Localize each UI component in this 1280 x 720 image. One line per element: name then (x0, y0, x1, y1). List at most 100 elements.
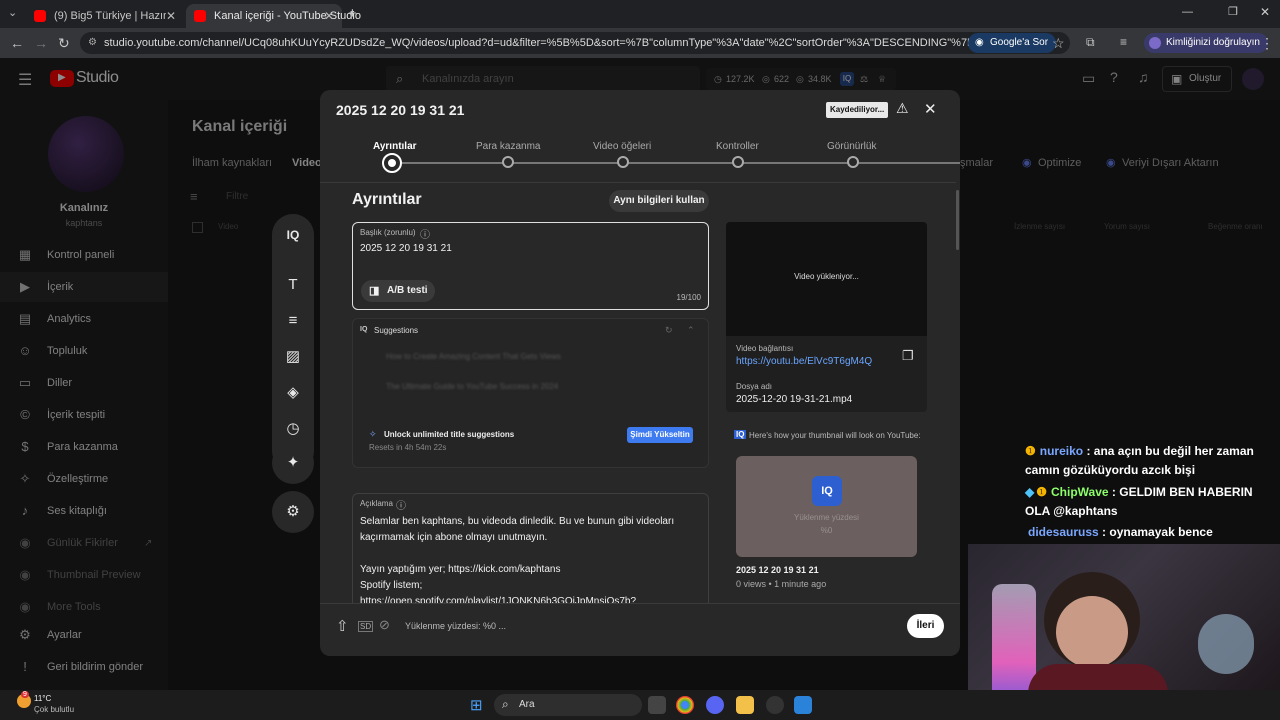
report-icon[interactable]: ⚠ (896, 100, 909, 117)
suggestions-panel: IQ Suggestions ↻ ⌃ How to Create Amazing… (352, 318, 709, 468)
weather-desc: Çok bulutlu (34, 705, 75, 714)
step-visibility-dot[interactable] (847, 156, 859, 168)
vidiq-logo-icon: IQ (812, 476, 842, 506)
photos-icon[interactable] (794, 696, 812, 714)
youtube-favicon-icon (34, 10, 46, 22)
description-line: Yayın yaptığım yer; https://kick.com/kap… (360, 564, 561, 575)
step-details-label[interactable]: Ayrıntılar (373, 141, 417, 152)
description-help-icon[interactable]: ⓘ (396, 497, 406, 512)
section-title: Ayrıntılar (352, 191, 422, 208)
collapse-icon[interactable]: ⌃ (687, 325, 695, 336)
chat-message: ❶ nureiko : ana açın bu değil her zaman c… (1025, 442, 1275, 480)
chat-username: nureiko (1039, 444, 1084, 458)
obs-icon[interactable] (766, 696, 784, 714)
description-line: Selamlar ben kaphtans, bu videoda dinled… (360, 516, 675, 527)
profile-avatar-icon (1149, 37, 1161, 49)
close-dialog-icon[interactable]: ✕ (924, 100, 937, 118)
vidiq-settings-icon[interactable]: ⚙ (272, 491, 314, 533)
site-info-icon[interactable]: ⚙ (88, 32, 97, 54)
video-preview-card: Video yükleniyor... Video bağlantısı htt… (726, 222, 927, 412)
unlock-suggestions-text: Unlock unlimited title suggestions (384, 430, 515, 439)
step-monetization-label[interactable]: Para kazanma (476, 141, 540, 152)
close-tab-icon[interactable]: ✕ (324, 9, 334, 23)
task-view-icon[interactable] (648, 696, 666, 714)
ab-test-button[interactable]: ◨ A/B testi (361, 280, 435, 302)
thumbnail-preview: IQ Yüklenme yüzdesi %0 (736, 456, 917, 557)
dialog-title: 2025 12 20 19 31 21 (336, 102, 465, 118)
windows-start-icon[interactable]: ⊞ (470, 696, 483, 714)
title-field[interactable]: Başlık (zorunlu) ⓘ 2025 12 20 19 31 21 ◨… (352, 222, 709, 310)
new-tab-button[interactable]: + (348, 5, 357, 22)
copy-link-icon[interactable]: ❐ (902, 348, 914, 364)
step-monetization-dot[interactable] (502, 156, 514, 168)
step-details-dot[interactable] (382, 153, 402, 173)
file-explorer-icon[interactable] (736, 696, 754, 714)
tab-studio[interactable]: Kanal içeriği - YouTube Studio ✕ (186, 4, 361, 28)
restore-icon[interactable]: ❐ (1228, 5, 1238, 18)
ab-test-label: A/B testi (387, 285, 428, 296)
ask-google-button[interactable]: ◉ Google'a Sor (968, 33, 1057, 53)
saving-badge: Kaydediliyor... (826, 102, 889, 118)
step-visibility-label[interactable]: Görünürlük (827, 141, 876, 152)
title-input-value[interactable]: 2025 12 20 19 31 21 (360, 243, 452, 254)
address-bar[interactable]: ⚙ studio.youtube.com/channel/UCq08uhKUuY… (80, 32, 1070, 54)
ask-google-label: Google'a Sor (990, 37, 1049, 48)
description-line: Spotify listem; (360, 580, 423, 591)
minimize-icon[interactable]: — (1182, 6, 1193, 18)
upgrade-button[interactable]: Şimdi Yükseltin (627, 427, 693, 443)
chat-username: didesauruss (1028, 525, 1099, 539)
suggestion-item[interactable]: The Ultimate Guide to YouTube Success in… (360, 377, 703, 397)
stepper-line (393, 162, 960, 164)
tab-label: (9) Big5 Türkiye | Hazırlık S (54, 10, 166, 22)
suggestion-item[interactable] (360, 407, 703, 419)
step-checks-label[interactable]: Kontroller (716, 141, 759, 152)
verify-identity-button[interactable]: Kimliğinizi doğrulayın (1144, 33, 1268, 53)
extensions-icon[interactable]: ⧉ (1086, 35, 1095, 50)
suggestion-item[interactable]: How to Create Amazing Content That Gets … (360, 347, 703, 367)
description-field[interactable]: Açıklama ⓘ Selamlar ben kaphtans, bu vid… (352, 493, 709, 603)
chrome-icon[interactable] (676, 696, 694, 714)
checks-complete-icon: ⊘ (379, 617, 390, 632)
step-video-elements-dot[interactable] (617, 156, 629, 168)
verify-label: Kimliğinizi doğrulayın (1166, 37, 1260, 48)
tab-big5[interactable]: (9) Big5 Türkiye | Hazırlık S ✕ (26, 4, 184, 28)
description-line: kaçırmamak için abone olmayı unutmayın. (360, 532, 548, 543)
tab-label: Kanal içeriği - YouTube Studio (214, 10, 361, 22)
step-video-elements-label[interactable]: Video öğeleri (593, 141, 651, 152)
taskbar-search[interactable]: ⌕ Ara (494, 694, 642, 716)
step-checks-dot[interactable] (732, 156, 744, 168)
media-icon[interactable]: ≡ (1120, 35, 1127, 49)
video-uploading-text: Video yükleniyor... (794, 272, 859, 281)
video-link[interactable]: https://youtu.be/ElVc9T6gM4Q (736, 356, 872, 367)
google-lens-icon: ◉ (975, 37, 984, 48)
dialog-scrollbar[interactable] (956, 190, 959, 250)
taskbar-search-label: Ara (519, 699, 535, 710)
close-window-icon[interactable]: ✕ (1260, 5, 1270, 19)
back-icon[interactable]: ← (10, 35, 24, 51)
browser-toolbar: ← → ↻ ⚙ studio.youtube.com/channel/UCq08… (0, 28, 1280, 58)
next-button[interactable]: İleri (907, 614, 944, 638)
reuse-details-button[interactable]: Aynı bilgileri kullan (609, 190, 709, 212)
title-char-counter: 19/100 (676, 293, 701, 302)
vidiq-iq-icon[interactable]: IQ (272, 214, 314, 256)
reload-icon[interactable]: ↻ (58, 35, 70, 52)
thumbnail-progress-pct: %0 (820, 526, 833, 535)
chat-badge-icon: ❶ (1025, 444, 1036, 458)
windows-taskbar: 9 11°C Çok bulutlu ⊞ ⌕ Ara (0, 690, 1280, 720)
description-text[interactable]: Selamlar ben kaphtans, bu videoda dinled… (360, 514, 700, 603)
chat-username: ChipWave (1051, 485, 1109, 499)
discord-icon[interactable] (706, 696, 724, 714)
upload-icon: ⇧ (336, 618, 349, 635)
ab-test-icon: ◨ (369, 285, 380, 297)
refresh-icon[interactable]: ↻ (665, 325, 673, 336)
youtube-studio-favicon-icon (194, 10, 206, 22)
divider (320, 603, 960, 604)
ai-sparkle-icon[interactable]: ✦ (272, 442, 314, 484)
bookmark-star-icon[interactable]: ☆ (1052, 35, 1065, 52)
tab-list-icon[interactable]: ⌄ (8, 6, 17, 19)
forward-icon[interactable]: → (34, 35, 48, 51)
close-tab-icon[interactable]: ✕ (166, 9, 176, 23)
browser-menu-icon[interactable]: ⋮ (1260, 35, 1274, 52)
title-help-icon[interactable]: ⓘ (420, 226, 430, 241)
weather-badge: 9 (21, 691, 29, 698)
